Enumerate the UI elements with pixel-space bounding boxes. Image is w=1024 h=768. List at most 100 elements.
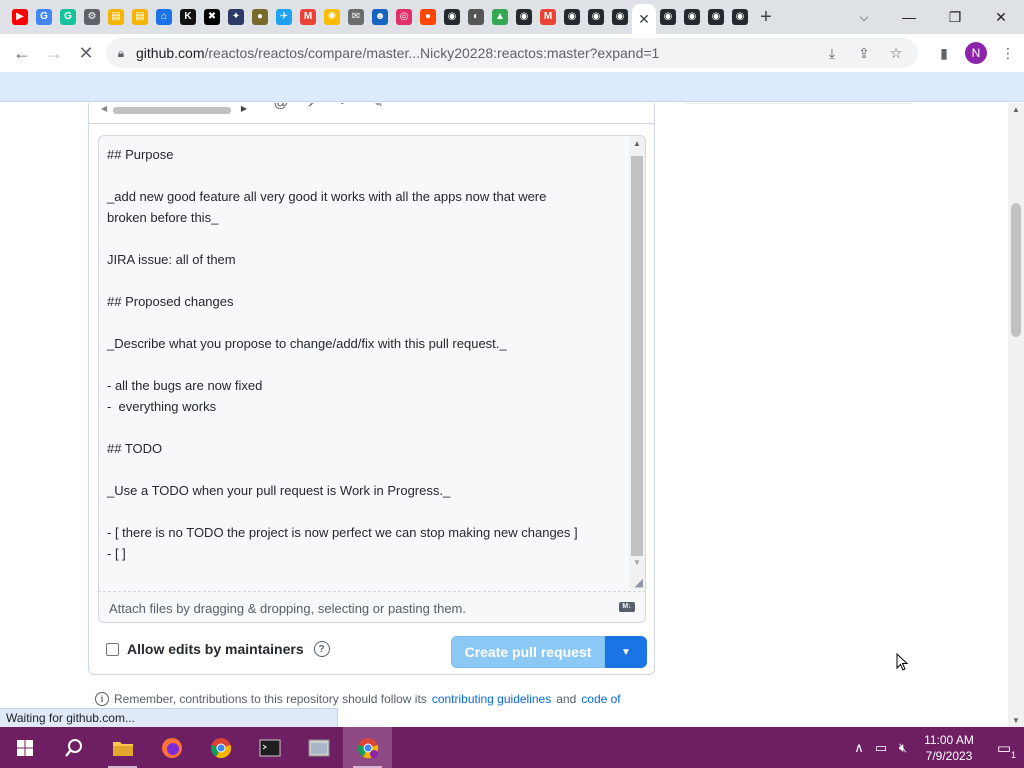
chrome-profile-button[interactable]	[343, 727, 392, 768]
browser-tab[interactable]: ●	[248, 0, 272, 34]
cross-reference-icon[interactable]: ↗	[303, 103, 323, 114]
create-options-dropdown[interactable]: ▼	[605, 636, 647, 668]
allow-edits-checkbox[interactable]	[106, 642, 119, 656]
stop-loading-icon[interactable]: ✕	[70, 37, 102, 69]
code-of-conduct-link[interactable]: code of	[581, 692, 620, 706]
active-tab[interactable]: ✕	[632, 4, 656, 34]
tab-search-icon[interactable]: ⌵	[852, 0, 876, 34]
browser-tab[interactable]: ✺	[320, 0, 344, 34]
page-scroll-thumb[interactable]	[1011, 203, 1021, 337]
forward-icon[interactable]: →	[38, 37, 70, 69]
browser-tab[interactable]: K	[176, 0, 200, 34]
profile-avatar[interactable]: N	[965, 42, 987, 64]
scroll-right-icon[interactable]: ▶	[241, 104, 247, 113]
allow-edits-label[interactable]: Allow edits by maintainers	[127, 641, 304, 657]
contribution-notice: i Remember, contributions to this reposi…	[95, 692, 621, 706]
browser-tab[interactable]: ◉	[728, 0, 752, 34]
notifications-button[interactable]: ▭ 1	[984, 727, 1024, 768]
page-scrollbar[interactable]: ▲ ▼	[1008, 103, 1024, 727]
browser-tab[interactable]: ◎	[392, 0, 416, 34]
create-pull-request-button[interactable]: Create pull request	[451, 636, 605, 668]
bookmark-star-icon[interactable]: ☆	[880, 45, 912, 62]
browser-tab[interactable]: G	[32, 0, 56, 34]
browser-tab[interactable]: G	[56, 0, 80, 34]
help-question-icon[interactable]: ?	[313, 641, 330, 657]
new-tab-icon[interactable]: +	[752, 0, 780, 34]
edit-icon[interactable]: ✎	[367, 103, 387, 114]
scroll-up-icon[interactable]: ▲	[629, 139, 645, 148]
browser-tab[interactable]: ▲	[488, 0, 512, 34]
close-icon[interactable]: ✕	[978, 0, 1024, 34]
menu-kebab-icon[interactable]: ⋮	[992, 37, 1024, 69]
browser-tab[interactable]: ✈	[272, 0, 296, 34]
browser-tab[interactable]: ▤	[104, 0, 128, 34]
system-tray: ∧ ▭ 🔇︎ 11:00 AM 7/9/2023 ▭ 1	[848, 727, 1024, 768]
start-button[interactable]	[0, 727, 49, 768]
firefox-button[interactable]	[147, 727, 196, 768]
browser-tab[interactable]: ◉	[704, 0, 728, 34]
network-icon[interactable]: ▭	[870, 740, 892, 756]
github-icon: ◉	[684, 9, 700, 25]
scroll-left-icon[interactable]: ◀	[101, 104, 107, 113]
reply-icon[interactable]: ↶	[335, 103, 355, 114]
show-hidden-icons-icon[interactable]: ∧	[848, 740, 870, 756]
browser-tab[interactable]: M	[296, 0, 320, 34]
description-textarea[interactable]: ## Purpose _add new good feature all very…	[98, 135, 646, 591]
drive-icon: ▲	[492, 9, 508, 25]
back-icon[interactable]: ←	[6, 37, 38, 69]
scroll-down-icon[interactable]: ▼	[629, 558, 645, 567]
mention-icon[interactable]: @	[271, 103, 291, 114]
page-scroll-up-icon[interactable]: ▲	[1008, 105, 1024, 114]
editor-line: ## Proposed changes	[107, 294, 234, 309]
browser-tab[interactable]: ✦	[224, 0, 248, 34]
scrollbar-thumb[interactable]	[113, 107, 231, 114]
url-text[interactable]: github.com/reactos/reactos/compare/maste…	[136, 45, 659, 61]
install-app-icon[interactable]: ⤓	[816, 45, 848, 62]
browser-tab[interactable]: ⌂	[152, 0, 176, 34]
textarea-content[interactable]: ## Purpose _add new good feature all very…	[107, 144, 627, 564]
share-icon[interactable]: ⇪	[848, 45, 880, 62]
browser-tab[interactable]: ◉	[440, 0, 464, 34]
minimize-icon[interactable]: —	[886, 0, 932, 34]
toolbar-horizontal-scrollbar[interactable]: ◀ ▶	[99, 104, 247, 116]
browser-tab[interactable]: M	[536, 0, 560, 34]
info-icon: i	[95, 692, 109, 706]
browser-tab[interactable]: ●	[416, 0, 440, 34]
tab-close-icon[interactable]: ✕	[638, 11, 650, 28]
chrome-button[interactable]	[196, 727, 245, 768]
file-explorer-button[interactable]	[98, 727, 147, 768]
browser-tab[interactable]: ✖	[200, 0, 224, 34]
clock[interactable]: 11:00 AM 7/9/2023	[914, 732, 984, 764]
search-button[interactable]	[49, 727, 98, 768]
browser-tab[interactable]: ▤	[128, 0, 152, 34]
textarea-scroll-thumb[interactable]	[631, 156, 643, 556]
browser-tab[interactable]: ◉	[584, 0, 608, 34]
browser-tab[interactable]: ✉	[344, 0, 368, 34]
github-icon: ◉	[564, 9, 580, 25]
resize-handle-icon[interactable]: ◢	[635, 576, 643, 589]
editor-line: - [ there is no TODO the project is now …	[107, 525, 578, 540]
side-panel-icon[interactable]: ▮	[928, 37, 960, 69]
terminal-button[interactable]	[245, 727, 294, 768]
browser-tab[interactable]: ⚙	[80, 0, 104, 34]
attach-files-bar[interactable]: Attach files by dragging & dropping, sel…	[98, 591, 646, 623]
browser-tab[interactable]: ◉	[512, 0, 536, 34]
volume-muted-icon[interactable]: 🔇︎	[892, 740, 914, 756]
browser-tab[interactable]: ◉	[680, 0, 704, 34]
address-bar[interactable]: 🔒︎ github.com/reactos/reactos/compare/ma…	[106, 38, 918, 68]
browser-tab[interactable]: ◉	[560, 0, 584, 34]
browser-tab[interactable]: ◉	[656, 0, 680, 34]
markdown-icon[interactable]: M↓	[619, 602, 635, 612]
lock-icon[interactable]: 🔒︎	[106, 46, 136, 61]
browser-tab[interactable]: ◐	[464, 0, 488, 34]
contributing-guidelines-link[interactable]: contributing guidelines	[432, 692, 551, 706]
page-scroll-down-icon[interactable]: ▼	[1008, 716, 1024, 725]
app-window-button[interactable]	[294, 727, 343, 768]
restore-icon[interactable]: ❐	[932, 0, 978, 34]
folder-icon: ▤	[132, 9, 148, 25]
browser-tab[interactable]: ▶	[8, 0, 32, 34]
textarea-scrollbar[interactable]: ▲ ▼	[629, 136, 645, 590]
browser-tab[interactable]: ☻	[368, 0, 392, 34]
browser-tab[interactable]: ◉	[608, 0, 632, 34]
